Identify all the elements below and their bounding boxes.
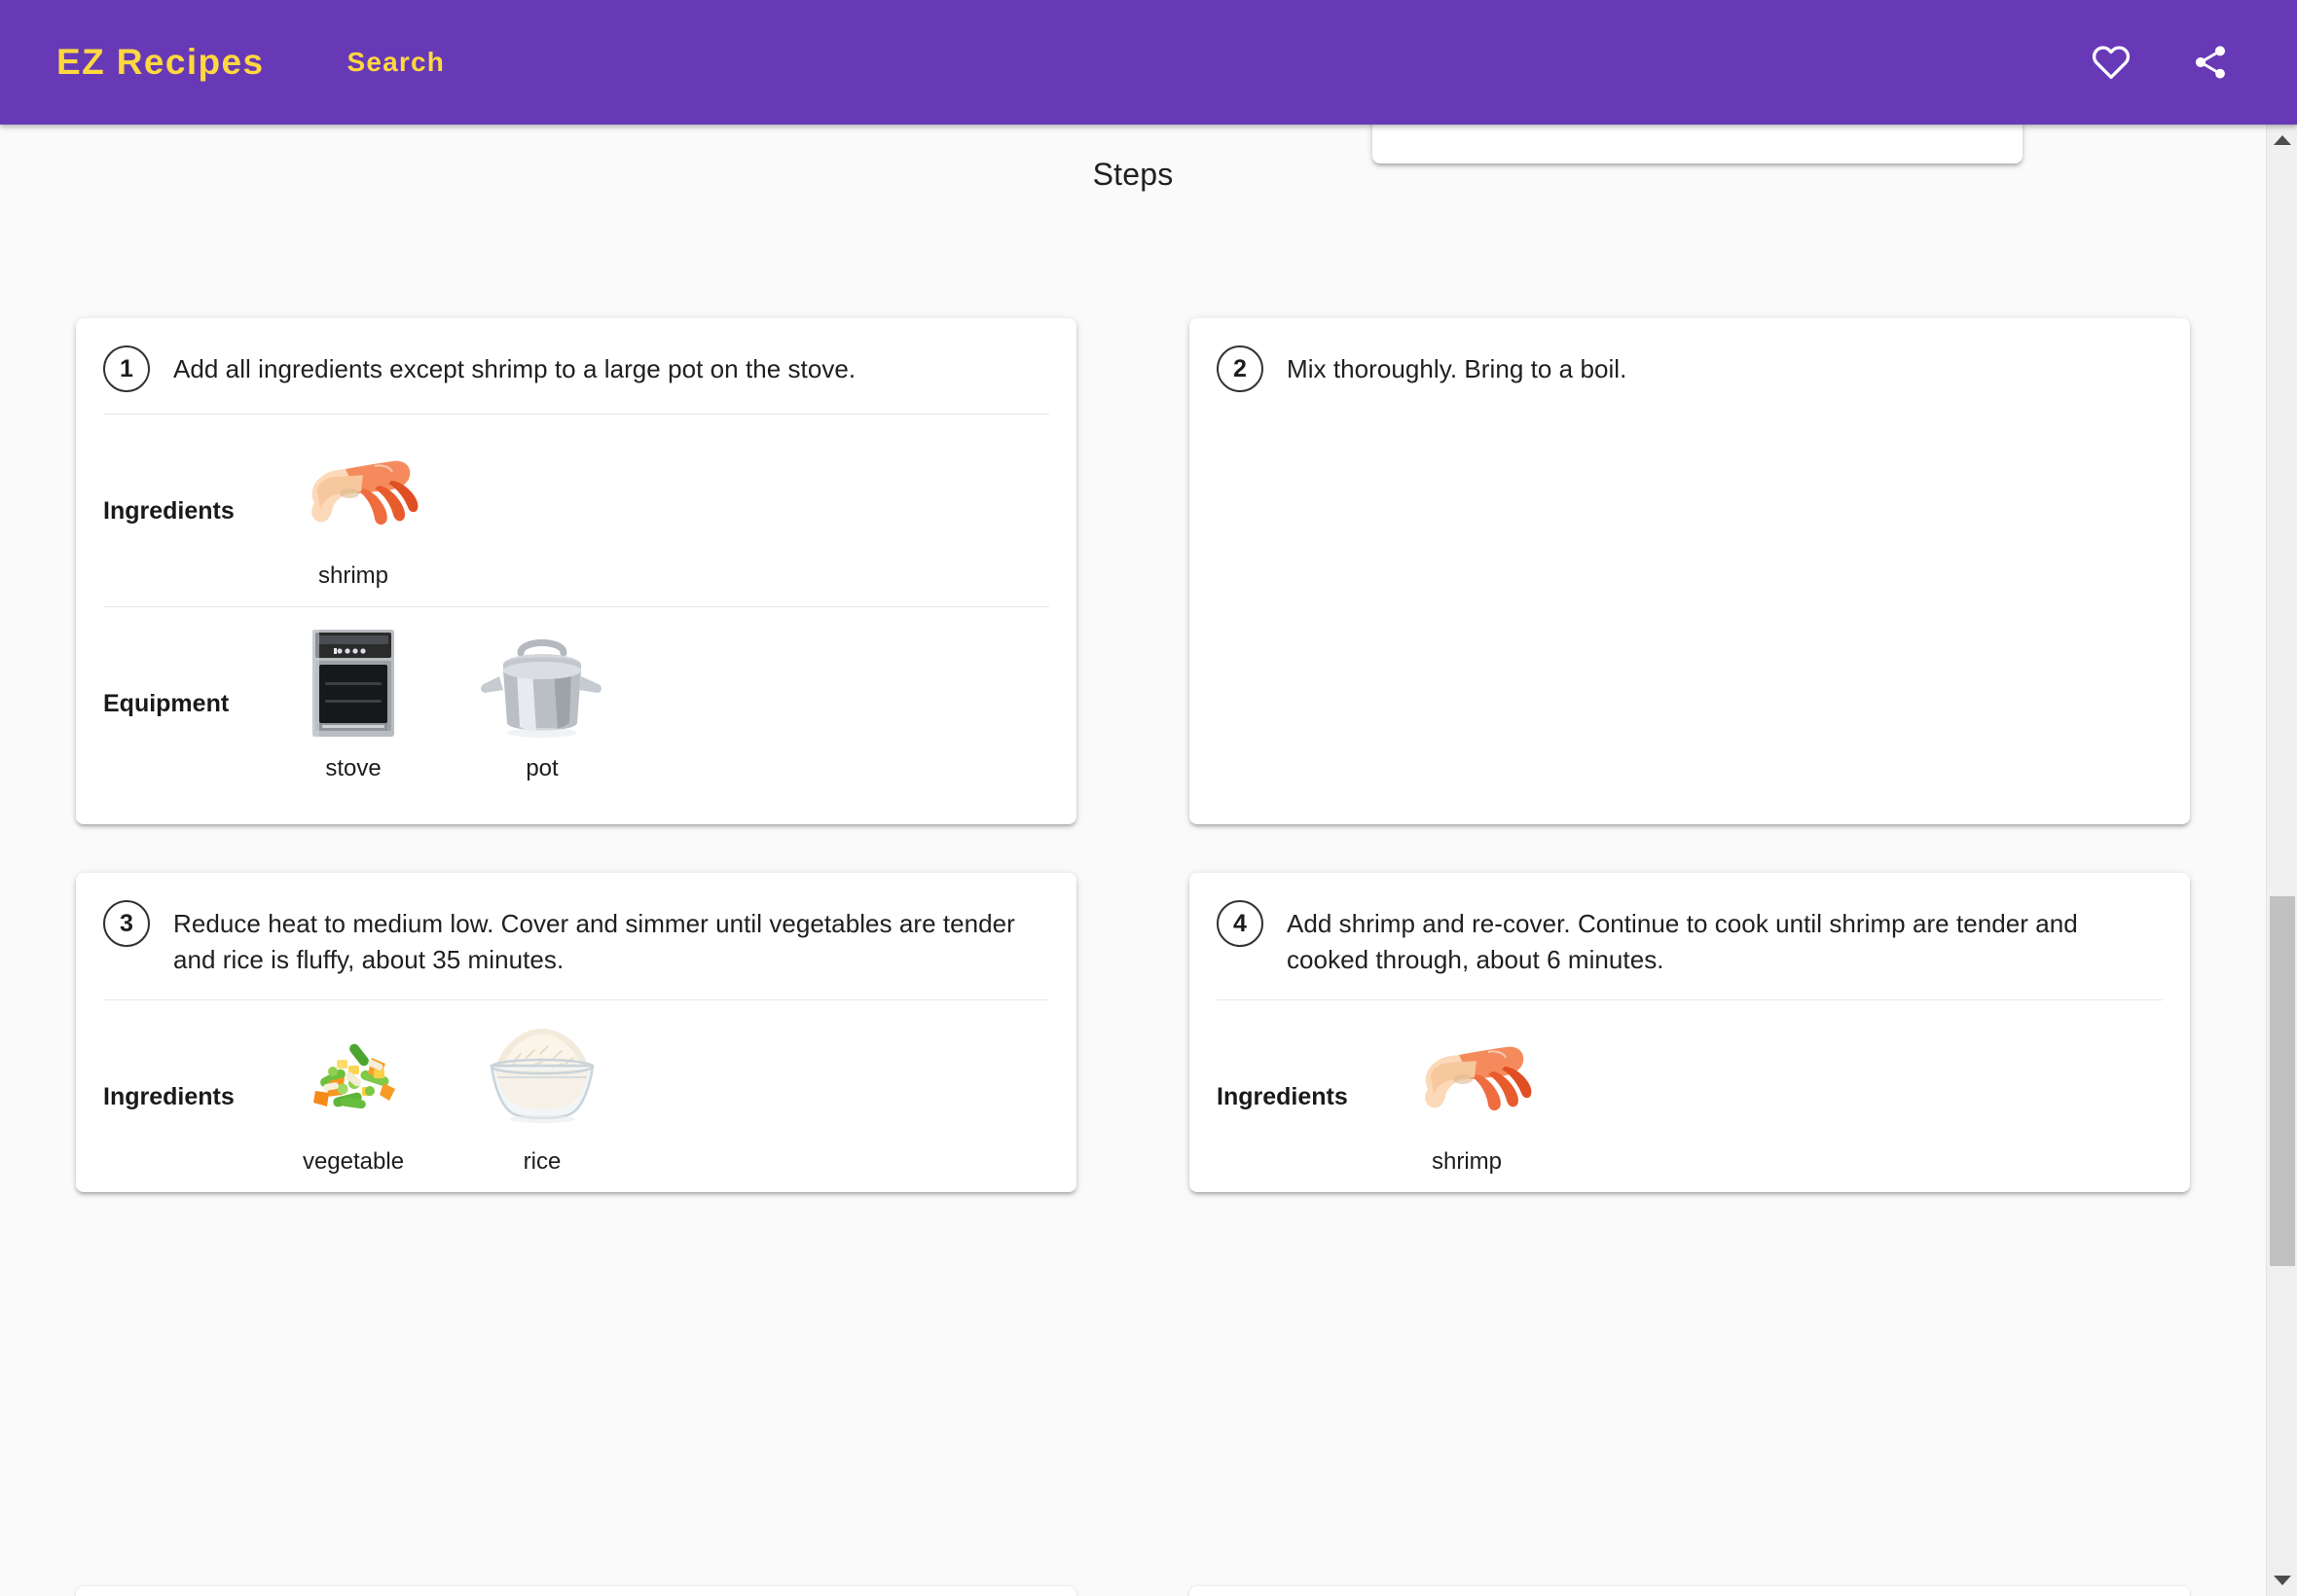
step-header: 2 Mix thoroughly. Bring to a boil. [1189, 318, 2190, 414]
asset-item-name: pot [526, 754, 559, 781]
app-brand-title[interactable]: EZ Recipes [56, 42, 264, 83]
step-instruction-text: Add all ingredients except shrimp to a l… [173, 354, 857, 383]
step-number-badge: 1 [103, 345, 150, 392]
asset-item-name: rice [523, 1147, 562, 1175]
step-card-partial [76, 1586, 1076, 1596]
asset-item[interactable]: rice [469, 1018, 615, 1177]
step-card: 1 Add all ingredients except shrimp to a… [76, 318, 1076, 824]
asset-item-list: shrimp [1372, 1018, 1540, 1177]
asset-item-name: shrimp [1431, 1147, 1502, 1175]
step-header: 3 Reduce heat to medium low. Cover and s… [76, 873, 1076, 999]
asset-item[interactable]: shrimp [280, 432, 426, 591]
page-scroll-viewport[interactable]: Steps 1 Add all ingredients except shrim… [0, 125, 2266, 1596]
asset-group-label: Equipment [103, 689, 230, 717]
share-button[interactable] [2177, 29, 2243, 95]
step-header: 4 Add shrimp and re-cover. Continue to c… [1189, 873, 2190, 999]
next-steps-row-partial [76, 1586, 2190, 1596]
asset-item-name: stove [325, 754, 382, 781]
stove-image [285, 625, 421, 742]
asset-item-list: stove pot [259, 625, 615, 783]
asset-item-name: shrimp [317, 562, 388, 589]
asset-group-label: Ingredients [103, 1082, 235, 1110]
shrimp-image [1399, 1018, 1535, 1135]
step-number-badge: 2 [1217, 345, 1263, 392]
asset-item-list: shrimp [259, 432, 426, 591]
step-instruction-text: Mix thoroughly. Bring to a boil. [1287, 354, 1627, 383]
step-instruction-text: Reduce heat to medium low. Cover and sim… [173, 909, 1015, 974]
app-header: EZ Recipes Search [0, 0, 2297, 125]
scroll-down-arrow-icon[interactable] [2267, 1565, 2297, 1596]
vertical-scrollbar[interactable] [2266, 125, 2297, 1596]
step-number-badge: 3 [103, 900, 150, 947]
pot-image [474, 625, 610, 742]
share-icon [2191, 43, 2230, 82]
asset-item-list: vegetable rice [259, 1018, 615, 1177]
asset-group-label: Ingredients [1217, 1082, 1348, 1110]
nav-link-search[interactable]: Search [346, 47, 445, 78]
step-ingredients-row: Ingredients [76, 415, 1076, 606]
step-ingredients-row: Ingredients [1189, 1000, 2190, 1192]
step-number-badge: 4 [1217, 900, 1263, 947]
scroll-up-arrow-icon[interactable] [2267, 125, 2297, 156]
step-instruction-text: Add shrimp and re-cover. Continue to coo… [1287, 909, 2078, 974]
shrimp-image [285, 432, 421, 549]
header-actions [2078, 29, 2243, 95]
favorite-button[interactable] [2078, 29, 2144, 95]
asset-item[interactable]: vegetable [280, 1018, 426, 1177]
step-card-partial [1189, 1586, 2190, 1596]
step-equipment-row: Equipment stove pot [76, 607, 1076, 799]
scrollbar-thumb[interactable] [2270, 896, 2295, 1266]
asset-item[interactable]: pot [469, 625, 615, 783]
asset-item[interactable]: shrimp [1394, 1018, 1540, 1177]
step-card: 4 Add shrimp and re-cover. Continue to c… [1189, 873, 2190, 1192]
step-card: 3 Reduce heat to medium low. Cover and s… [76, 873, 1076, 1192]
steps-grid: 1 Add all ingredients except shrimp to a… [76, 318, 2190, 1192]
asset-group-label: Ingredients [103, 496, 235, 525]
step-card: 2 Mix thoroughly. Bring to a boil. [1189, 318, 2190, 824]
rice-image [474, 1018, 610, 1135]
asset-item-name: vegetable [302, 1147, 405, 1175]
step-header: 1 Add all ingredients except shrimp to a… [76, 318, 1076, 414]
step-ingredients-row: Ingredients [76, 1000, 1076, 1192]
asset-item[interactable]: stove [280, 625, 426, 783]
vegetable-image [285, 1018, 421, 1135]
heart-outline-icon [2092, 43, 2131, 82]
page-section-title: Steps [1092, 157, 1174, 192]
